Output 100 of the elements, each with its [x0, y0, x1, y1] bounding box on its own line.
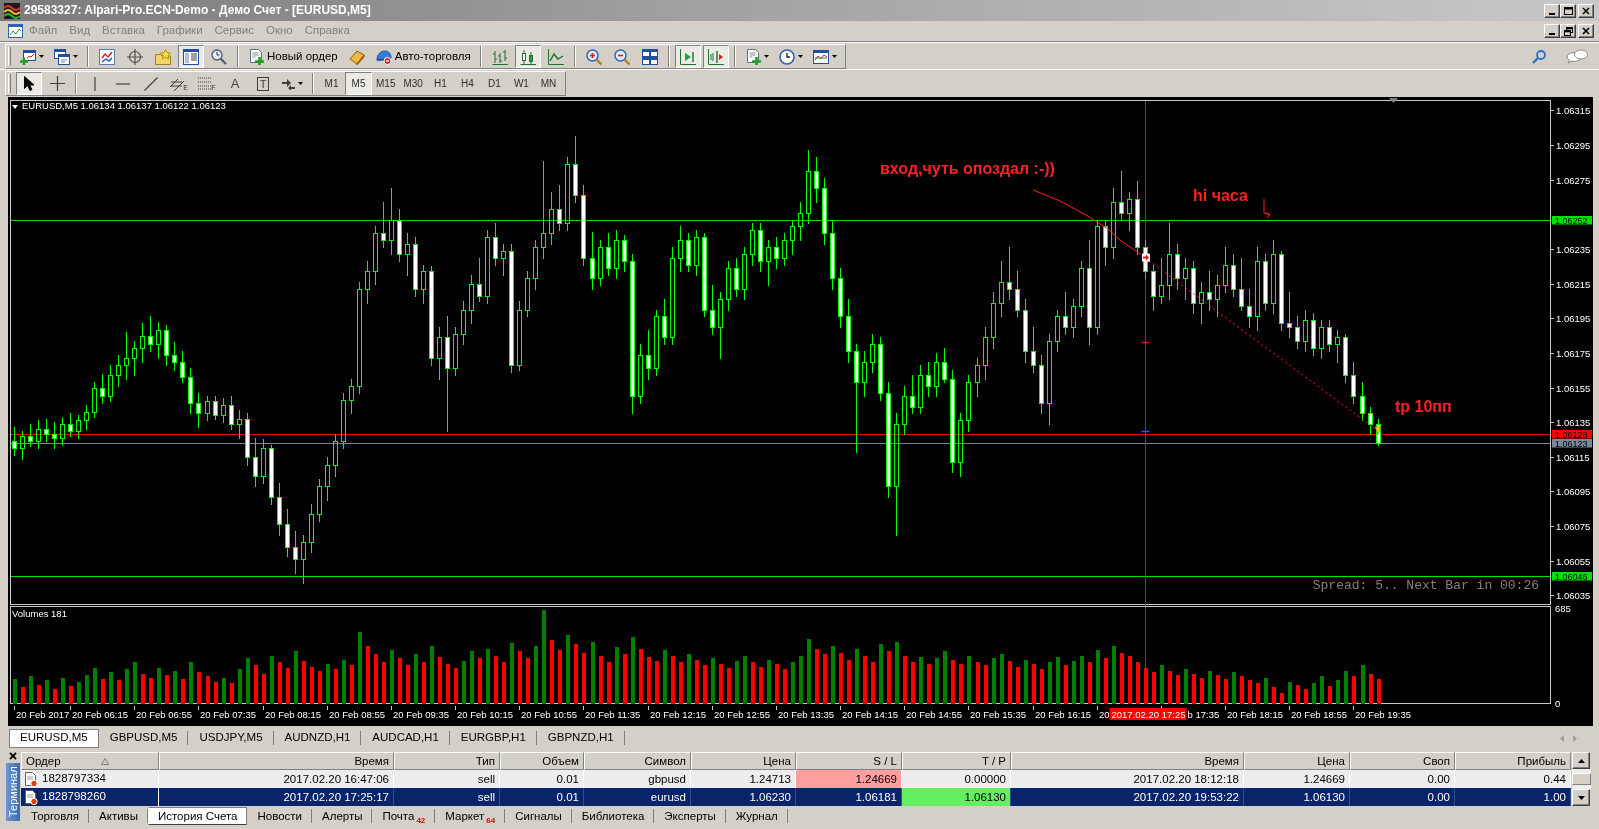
column-header[interactable]: S / L [796, 752, 902, 770]
candle [381, 201, 386, 249]
column-header[interactable]: T / P [902, 752, 1011, 770]
terminal-tab[interactable]: Почта $_{42}$ [372, 806, 436, 825]
sort-icon[interactable] [100, 757, 109, 765]
timeframe-button[interactable]: M1 [318, 72, 345, 95]
axis-label: 1.06315 [1556, 105, 1591, 116]
candle [1351, 361, 1356, 405]
table-row[interactable]: 1828797334 2017.02.20 16:47:06 sell 0.01 gbpusd 1.24713 1.24669 0.00000 2017.02.20 18:12:18 1.24669 0.00 0.44 [21, 770, 1571, 788]
column-header[interactable]: Тип [394, 752, 500, 770]
column-header[interactable]: Время [159, 752, 394, 770]
cursor-tool-button[interactable] [16, 72, 42, 95]
terminal-tab[interactable]: Журнал [725, 806, 788, 825]
scrollbar[interactable] [1572, 752, 1591, 806]
terminal-tab[interactable]: Активы [89, 806, 148, 825]
search-icon [1532, 49, 1546, 64]
scroll-thumb[interactable] [1572, 773, 1591, 785]
candle [1223, 246, 1228, 294]
chart-tab[interactable]: AUDNZD,H1 [273, 728, 362, 748]
axis-label: 1.06195 [1556, 313, 1591, 324]
column-header[interactable]: Время [1011, 752, 1244, 770]
candle [365, 260, 370, 305]
chart-tab[interactable]: GBPNZD,H1 [536, 728, 625, 748]
axis-label: 20 Feb 19:35 [1355, 709, 1411, 720]
caret-icon[interactable] [12, 105, 18, 109]
column-header[interactable]: Прибыль [1455, 752, 1571, 770]
timeframe-button[interactable]: MN [534, 72, 562, 95]
candle [966, 374, 971, 433]
axis-label: 20 Feb 15:35 [970, 709, 1026, 720]
restore-button[interactable] [1560, 24, 1576, 38]
timeframe-button[interactable]: M30 [399, 72, 427, 95]
column-header[interactable]: Цена [691, 752, 796, 770]
terminal-button[interactable] [178, 45, 204, 68]
label-tool-button[interactable]: T [250, 72, 276, 95]
terminal-tab[interactable]: Торговля [21, 806, 90, 825]
zoom-out-icon [613, 48, 630, 65]
close-icon [1582, 27, 1590, 35]
candle [116, 354, 121, 388]
candle [1247, 288, 1252, 329]
candle [622, 234, 627, 273]
candle [309, 503, 314, 554]
chart-tab[interactable]: EURUSD,M5 [9, 728, 99, 748]
minimize-button[interactable] [1544, 24, 1560, 38]
candle [405, 232, 410, 277]
terminal-tab[interactable]: Эксперты [654, 806, 726, 825]
shift-button[interactable] [702, 45, 729, 68]
text-tool-button[interactable]: A [222, 72, 248, 95]
close-button[interactable] [1578, 24, 1594, 38]
chart-tab[interactable]: AUDCAD,H1 [361, 728, 450, 748]
candle [1215, 274, 1220, 318]
column-header[interactable]: Своп [1350, 752, 1455, 770]
timeframe-button[interactable]: H1 [426, 72, 454, 95]
terminal-tab[interactable]: Маркет $_{64}$ [435, 806, 506, 825]
document-plus-icon [744, 48, 761, 65]
scroll-down-button[interactable] [1572, 789, 1590, 806]
timeframe-button[interactable]: M5 [345, 72, 372, 95]
axis-label: 1.06215 [1556, 279, 1591, 290]
chart-tab[interactable]: USDJPY,M5 [188, 728, 274, 748]
autoscroll-button[interactable] [674, 45, 701, 68]
triangle-up-icon [1577, 758, 1585, 763]
new-order-button[interactable]: Новый ордер [244, 45, 342, 68]
terminal-tab[interactable]: Алерты [312, 806, 373, 825]
candle [1360, 381, 1365, 422]
minimize-button[interactable] [1544, 3, 1560, 18]
close-icon[interactable] [8, 752, 17, 760]
timeframe-button[interactable]: W1 [507, 72, 535, 95]
terminal-tab[interactable]: Сигналы [505, 806, 572, 825]
candle [517, 300, 522, 372]
axis-label: 20 Feb 06:15 [72, 709, 128, 720]
chart-tab[interactable]: EURGBP,H1 [449, 728, 537, 748]
table-row[interactable]: 1828798260 2017.02.20 17:25:17 sell 0.01 eurusd 1.06230 1.06181 1.06130 2017.02.20 19:53:22 1.06130 0.00 1.00 [21, 788, 1571, 806]
scroll-up-button[interactable] [1572, 752, 1590, 769]
timeframe-button[interactable]: H4 [453, 72, 481, 95]
candle [1311, 312, 1316, 357]
column-header[interactable]: Цена [1244, 752, 1350, 770]
candles-button[interactable] [514, 45, 541, 68]
candle [549, 191, 554, 246]
terminal-tab[interactable]: История Счета [147, 806, 248, 825]
candle [301, 534, 306, 585]
candle [84, 404, 89, 431]
terminal-tab[interactable]: Библиотека [571, 806, 655, 825]
minimize-icon [1549, 12, 1555, 15]
chart-tab[interactable]: GBPUSD,M5 [98, 728, 189, 748]
close-button[interactable] [1578, 3, 1594, 18]
axis-label: 20 Feb 09:35 [393, 709, 449, 720]
vertical-line-icon [94, 76, 96, 91]
axis-label: 1.06295 [1556, 140, 1591, 151]
candle [878, 336, 883, 402]
axis-label: 20 Feb 13:35 [778, 709, 834, 720]
column-header[interactable]: Ордер [21, 752, 159, 770]
maximize-button[interactable] [1560, 3, 1576, 18]
column-header[interactable]: Объем [500, 752, 584, 770]
candles-icon [519, 48, 536, 65]
timeframe-button[interactable]: M15 [372, 72, 400, 95]
terminal-tab[interactable]: Новости [247, 806, 312, 825]
timeframe-button[interactable]: D1 [480, 72, 508, 95]
column-header[interactable]: Символ [584, 752, 691, 770]
stripes-icon [4, 2, 20, 19]
autotrading-button[interactable]: Авто-торговля [371, 45, 475, 68]
candle [1039, 354, 1044, 415]
